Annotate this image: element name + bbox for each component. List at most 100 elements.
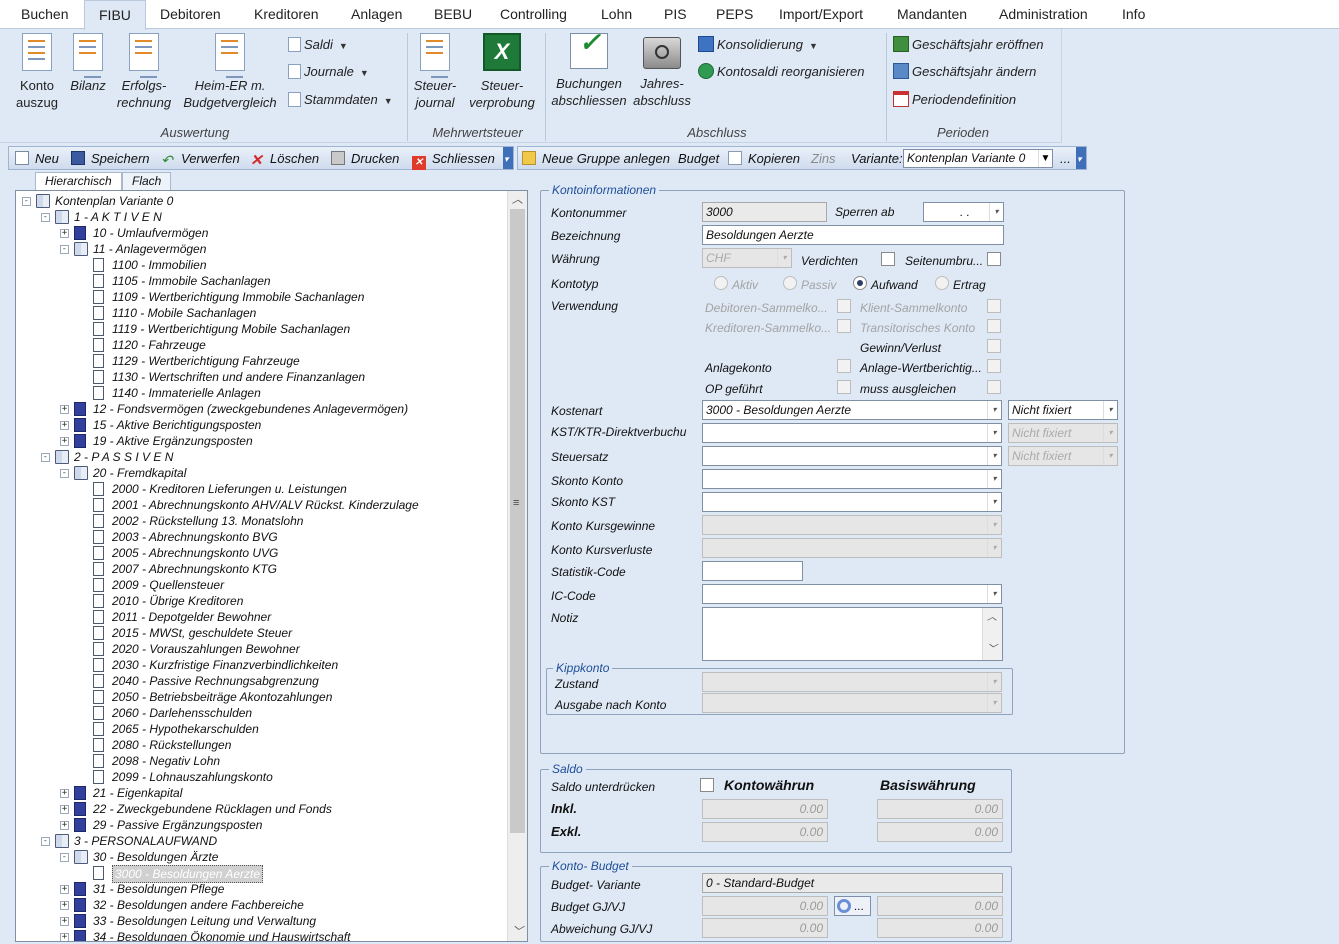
sperren-ab-date[interactable]: . . ▾	[923, 202, 1004, 222]
bezeichnung-field[interactable]: Besoldungen Aerzte	[702, 225, 1004, 245]
konsolidierung-button[interactable]: Konsolidierung ▼	[698, 35, 818, 55]
steuersatz-fix-select[interactable]: Nicht fixiert ▾	[1008, 446, 1118, 466]
expand-icon[interactable]: +	[60, 421, 69, 430]
kontosaldi-reorganisieren-button[interactable]: Kontosaldi reorganisieren	[698, 62, 864, 82]
neu-button[interactable]: Neu	[15, 149, 59, 169]
kursgewinne-select[interactable]: ▾	[702, 515, 1002, 535]
notiz-textarea[interactable]: ︿ ﹀	[702, 607, 1003, 661]
seitenumbruch-checkbox[interactable]	[987, 252, 1001, 266]
scroll-down-icon[interactable]: ﹀	[508, 923, 527, 941]
expand-icon[interactable]: +	[60, 229, 69, 238]
toolbar-overflow-icon[interactable]	[1076, 147, 1086, 169]
heim-er-button[interactable]: Heim-ER m. Budgetvergleich	[180, 33, 280, 111]
skonto-konto-select[interactable]: ▾	[702, 469, 1002, 489]
expand-icon[interactable]: +	[60, 933, 69, 941]
kontonummer-field[interactable]: 3000	[702, 202, 827, 222]
kostenart-select[interactable]: 3000 - Besoldungen Aerzte ▾	[702, 400, 1002, 420]
tab-info[interactable]: Info	[1122, 0, 1145, 29]
steuerverprobung-button[interactable]: X Steuer- verprobung	[466, 33, 538, 111]
tab-controlling[interactable]: Controlling	[500, 0, 567, 29]
skonto-kst-select[interactable]: ▾	[702, 492, 1002, 512]
expand-icon[interactable]: +	[60, 821, 69, 830]
exkl-basis-field[interactable]: 0.00	[877, 822, 1003, 842]
geschaeftsjahr-aendern-button[interactable]: Geschäftsjahr ändern	[893, 62, 1036, 82]
saldo-unterdruecken-checkbox[interactable]	[700, 778, 714, 792]
budget-gj-field[interactable]: 0.00	[702, 896, 828, 916]
scroll-up-icon[interactable]: ︿	[508, 191, 527, 209]
collapse-icon[interactable]: -	[41, 213, 50, 222]
ausgabe-select[interactable]: ▾	[702, 693, 1002, 713]
kontotyp-aktiv-radio[interactable]	[714, 276, 728, 290]
tab-import-export[interactable]: Import/Export	[779, 0, 863, 29]
buchungen-abschliessen-button[interactable]: ✓ Buchungen abschliessen	[550, 29, 628, 109]
expand-icon[interactable]: +	[60, 405, 69, 414]
toolbar-overflow-icon[interactable]	[503, 147, 513, 169]
notiz-scrollbar[interactable]: ︿ ﹀	[982, 608, 1002, 660]
scroll-down-icon[interactable]: ﹀	[987, 641, 997, 659]
periodendefinition-button[interactable]: Periodendefinition	[893, 90, 1016, 110]
expand-icon[interactable]: +	[60, 917, 69, 926]
collapse-icon[interactable]: -	[41, 837, 50, 846]
tab-administration[interactable]: Administration	[999, 0, 1088, 29]
variante-select[interactable]: Kontenplan Variante 0 ▼	[903, 149, 1053, 168]
tab-peps[interactable]: PEPS	[716, 0, 753, 29]
abweichung-gj-field[interactable]: 0.00	[702, 918, 828, 938]
exkl-konto-field[interactable]: 0.00	[702, 822, 828, 842]
inkl-basis-field[interactable]: 0.00	[877, 799, 1003, 819]
expand-icon[interactable]: +	[60, 805, 69, 814]
op-gefuehrt-checkbox[interactable]	[837, 380, 851, 394]
budget-variante-field[interactable]: 0 - Standard-Budget	[702, 873, 1003, 893]
tab-flach[interactable]: Flach	[122, 172, 172, 190]
kontotyp-ertrag-radio[interactable]	[935, 276, 949, 290]
tab-hierarchisch[interactable]: Hierarchisch	[35, 172, 122, 190]
verwerfen-button[interactable]: ↶ Verwerfen	[161, 149, 240, 169]
kreditoren-sammel-checkbox[interactable]	[837, 319, 851, 333]
kopieren-button[interactable]: Kopieren	[728, 149, 800, 169]
collapse-icon[interactable]: -	[60, 469, 69, 478]
journale-button[interactable]: Journale ▼	[288, 62, 369, 82]
scroll-thumb[interactable]	[510, 209, 525, 833]
tab-fibu[interactable]: FIBU	[84, 0, 146, 30]
drucken-button[interactable]: Drucken	[331, 149, 399, 169]
bilanz-button[interactable]: Bilanz	[68, 33, 108, 94]
kst-select[interactable]: ▾	[702, 423, 1002, 443]
inkl-konto-field[interactable]: 0.00	[702, 799, 828, 819]
tab-pis[interactable]: PIS	[664, 0, 687, 29]
steuersatz-select[interactable]: ▾	[702, 446, 1002, 466]
zustand-select[interactable]: ▾	[702, 672, 1002, 692]
abweichung-vj-field[interactable]: 0.00	[877, 918, 1003, 938]
loeschen-button[interactable]: ✕ Löschen	[250, 149, 319, 169]
geschaeftsjahr-eroeffnen-button[interactable]: Geschäftsjahr eröffnen	[893, 35, 1044, 55]
variante-more-button[interactable]: ...	[1060, 149, 1071, 169]
saldi-button[interactable]: Saldi ▼	[288, 35, 348, 55]
budget-button[interactable]: Budget	[678, 149, 719, 169]
tab-mandanten[interactable]: Mandanten	[897, 0, 967, 29]
zins-button[interactable]: Zins	[811, 149, 836, 169]
budget-lookup-button[interactable]: ...	[834, 896, 871, 916]
muss-ausgleichen-checkbox[interactable]	[987, 380, 1001, 394]
collapse-icon[interactable]: -	[60, 853, 69, 862]
klient-sammel-checkbox[interactable]	[987, 299, 1001, 313]
verdichten-checkbox[interactable]	[881, 252, 895, 266]
tab-debitoren[interactable]: Debitoren	[160, 0, 221, 29]
debitoren-sammel-checkbox[interactable]	[837, 299, 851, 313]
expand-icon[interactable]: +	[60, 901, 69, 910]
konto-auszug-button[interactable]: Konto auszug	[12, 33, 62, 111]
jahresabschluss-button[interactable]: Jahres- abschluss	[632, 33, 692, 109]
collapse-icon[interactable]: -	[41, 453, 50, 462]
expand-icon[interactable]: +	[60, 437, 69, 446]
statistik-field[interactable]	[702, 561, 803, 581]
anlagekonto-checkbox[interactable]	[837, 359, 851, 373]
neue-gruppe-button[interactable]: Neue Gruppe anlegen	[522, 149, 670, 169]
tab-bebu[interactable]: BEBU	[434, 0, 472, 29]
kst-fix-select[interactable]: Nicht fixiert ▾	[1008, 423, 1118, 443]
kontenplan-tree[interactable]: - Kontenplan Variante 0-1 - A K T I V E N…	[15, 190, 528, 942]
schliessen-button[interactable]: ✕ Schliessen	[412, 149, 495, 170]
expand-icon[interactable]: +	[60, 789, 69, 798]
erfolgsrechnung-button[interactable]: Erfolgs- rechnung	[114, 33, 174, 111]
waehrung-select[interactable]: CHF ▾	[702, 248, 792, 268]
speichern-button[interactable]: Speichern	[71, 149, 150, 169]
collapse-icon[interactable]: -	[60, 245, 69, 254]
tab-anlagen[interactable]: Anlagen	[351, 0, 402, 29]
gewinn-verlust-checkbox[interactable]	[987, 339, 1001, 353]
